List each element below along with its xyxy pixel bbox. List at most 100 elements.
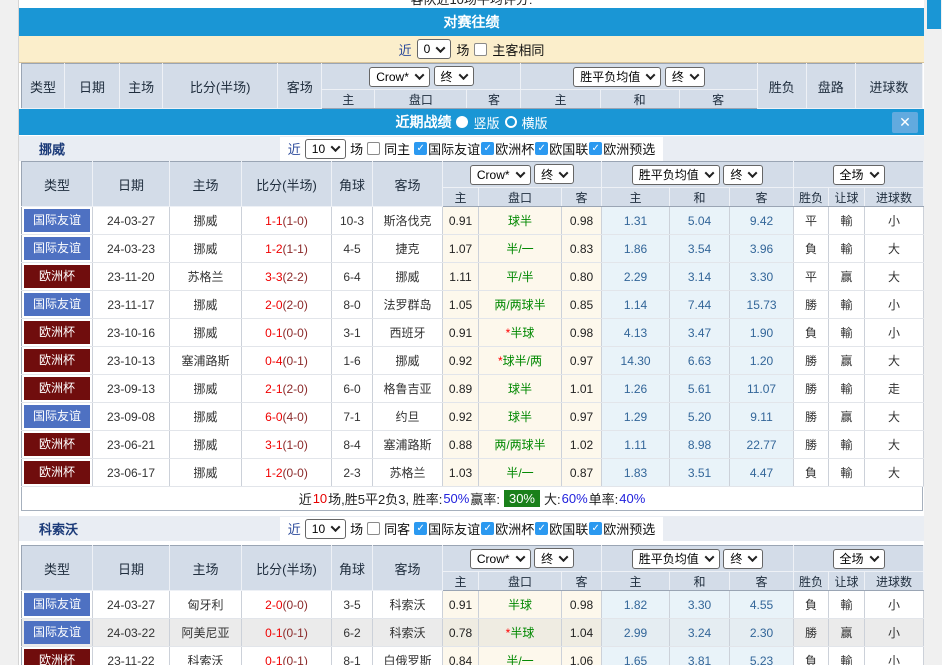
avg-stage-select[interactable]: 终 [723, 165, 763, 185]
match-row[interactable]: 国际友谊24-03-27匈牙利2-0(0-0)3-5科索沃0.91半球0.981… [22, 591, 924, 619]
odds-away: 1.02 [562, 431, 602, 459]
section-filter-controls: 近 10 场 同客 国际友谊欧洲杯欧国联欧洲预选 [280, 517, 663, 541]
page: 客队近10场平均评分: 对赛往绩 近 0 场 主客相同 类 [0, 0, 942, 665]
league-checkbox[interactable] [535, 142, 548, 155]
odds-stage-select[interactable]: 终 [534, 548, 574, 568]
col-handicap-result: 让球 [829, 188, 865, 207]
avg-odds-select[interactable]: 胜平负均值 [573, 67, 661, 87]
match-row[interactable]: 国际友谊23-11-17挪威2-0(2-0)8-0法罗群岛1.05两/两球半0.… [22, 291, 924, 319]
result-goals: 走 [865, 375, 924, 403]
handicap-line: 球半 [479, 375, 562, 403]
h2h-near-count-select[interactable]: 0 [417, 39, 452, 59]
avg-odds-select[interactable]: 胜平负均值 [632, 549, 720, 569]
league-checkbox[interactable] [589, 522, 602, 535]
result-wdl: 勝 [794, 403, 829, 431]
avg-stage-select[interactable]: 终 [665, 67, 705, 87]
match-row[interactable]: 国际友谊24-03-22阿美尼亚0-1(0-1)6-2科索沃0.78*半球1.0… [22, 619, 924, 647]
match-date: 23-09-13 [93, 375, 170, 403]
bookmaker-select[interactable]: Crow* [369, 67, 430, 87]
scrollbar-thumb[interactable] [927, 0, 941, 29]
match-row[interactable]: 欧洲杯23-06-17挪威1-2(0-0)2-3苏格兰1.03半/一0.871.… [22, 459, 924, 487]
league-badge: 欧洲杯 [24, 461, 90, 484]
vertical-scrollbar[interactable] [925, 0, 942, 665]
match-row[interactable]: 国际友谊24-03-23挪威1-2(1-1)4-5捷克1.07半/一0.831.… [22, 235, 924, 263]
handicap-line: 半/一 [479, 647, 562, 665]
match-date: 23-10-16 [93, 319, 170, 347]
handicap-line: 球半 [479, 207, 562, 235]
match-row[interactable]: 欧洲杯23-10-13塞浦路斯0-4(0-1)1-6挪威0.92*球半/两0.9… [22, 347, 924, 375]
result-goals: 大 [865, 459, 924, 487]
odds-stage-select[interactable]: 终 [434, 66, 474, 86]
league-checkbox-label: 欧洲预选 [603, 139, 655, 158]
summary-segment: 60% [562, 491, 588, 506]
result-goals: 大 [865, 235, 924, 263]
col-avg-home: 主 [602, 188, 670, 207]
col-crow-away: 客 [467, 90, 521, 109]
odds-away: 0.83 [562, 235, 602, 263]
match-row[interactable]: 欧洲杯23-10-16挪威0-1(0-0)3-1西班牙0.91*半球0.984.… [22, 319, 924, 347]
vertical-layout-radio[interactable] [456, 116, 468, 128]
avg-away: 3.96 [730, 235, 794, 263]
horizontal-layout-label: 横版 [522, 113, 548, 132]
avg-odds-select-value: 胜平负均值 [639, 166, 699, 183]
result-goals: 小 [865, 319, 924, 347]
score: 3-3(2-2) [242, 263, 332, 291]
bookmaker-select[interactable]: Crow* [470, 549, 531, 569]
league-badge: 国际友谊 [24, 621, 90, 644]
avg-draw: 3.54 [670, 235, 730, 263]
league-badge: 国际友谊 [24, 405, 90, 428]
horizontal-layout-radio[interactable] [505, 116, 517, 128]
odds-stage-select[interactable]: 终 [534, 164, 574, 184]
odds-home: 0.91 [443, 591, 479, 619]
match-row[interactable]: 国际友谊24-03-27挪威1-1(1-0)10-3斯洛伐克0.91球半0.98… [22, 207, 924, 235]
match-row[interactable]: 欧洲杯23-06-21挪威3-1(1-0)8-4塞浦路斯0.88两/两球半1.0… [22, 431, 924, 459]
match-row[interactable]: 欧洲杯23-11-22科索沃0-1(0-1)8-1白俄罗斯0.84半/一1.06… [22, 647, 924, 665]
match-date: 23-10-13 [93, 347, 170, 375]
col-corner: 角球 [332, 162, 373, 207]
col-handicap-road: 盘路 [806, 64, 855, 109]
same-venue-checkbox[interactable] [367, 142, 380, 155]
league-checkbox[interactable] [589, 142, 602, 155]
corner-score: 7-1 [332, 403, 373, 431]
league-checkbox[interactable] [535, 522, 548, 535]
near-count-select[interactable]: 10 [305, 139, 346, 159]
vertical-layout-label: 竖版 [473, 113, 499, 132]
league-checkbox[interactable] [414, 522, 427, 535]
score: 0-4(0-1) [242, 347, 332, 375]
col-crow-away: 客 [562, 188, 602, 207]
result-wdl: 勝 [794, 619, 829, 647]
result-handicap: 赢 [829, 347, 865, 375]
result-handicap: 輸 [829, 207, 865, 235]
match-row[interactable]: 欧洲杯23-09-13挪威2-1(2-0)6-0格鲁吉亚0.89球半1.011.… [22, 375, 924, 403]
avg-stage-select[interactable]: 终 [723, 549, 763, 569]
match-row[interactable]: 国际友谊23-09-08挪威6-0(4-0)7-1约旦0.92球半0.971.2… [22, 403, 924, 431]
close-button[interactable] [892, 112, 918, 133]
league-checkbox[interactable] [414, 142, 427, 155]
home-team: 挪威 [170, 431, 242, 459]
match-scope-select[interactable]: 全场 [833, 549, 885, 569]
home-team: 挪威 [170, 291, 242, 319]
avg-odds-select[interactable]: 胜平负均值 [632, 165, 720, 185]
avg-home: 1.26 [602, 375, 670, 403]
match-row[interactable]: 欧洲杯23-11-20苏格兰3-3(2-2)6-4挪威1.11平/半0.802.… [22, 263, 924, 291]
clipped-top-text: 客队近10场平均评分: [19, 0, 924, 8]
avg-away: 3.30 [730, 263, 794, 291]
near-count-select[interactable]: 10 [305, 519, 346, 539]
result-goals: 大 [865, 347, 924, 375]
result-handicap: 輸 [829, 591, 865, 619]
norway-results-table: 类型 日期 主场 比分(半场) 角球 客场 Crow* 终 胜平负均值 终 [21, 161, 924, 487]
col-goals: 进球数 [865, 188, 924, 207]
chevron-down-icon [869, 552, 879, 562]
col-home: 主场 [170, 162, 242, 207]
crow-select-group: Crow* 终 [443, 162, 602, 188]
corner-score: 4-5 [332, 235, 373, 263]
same-home-away-checkbox[interactable] [474, 43, 487, 56]
recent-results-header-bar: 近期战绩 竖版 横版 [19, 109, 924, 135]
league-checkbox[interactable] [481, 142, 494, 155]
league-checkbox[interactable] [481, 522, 494, 535]
bookmaker-select[interactable]: Crow* [470, 165, 531, 185]
match-scope-select[interactable]: 全场 [833, 165, 885, 185]
same-venue-checkbox[interactable] [367, 522, 380, 535]
away-team: 西班牙 [373, 319, 443, 347]
match-date: 24-03-22 [93, 619, 170, 647]
